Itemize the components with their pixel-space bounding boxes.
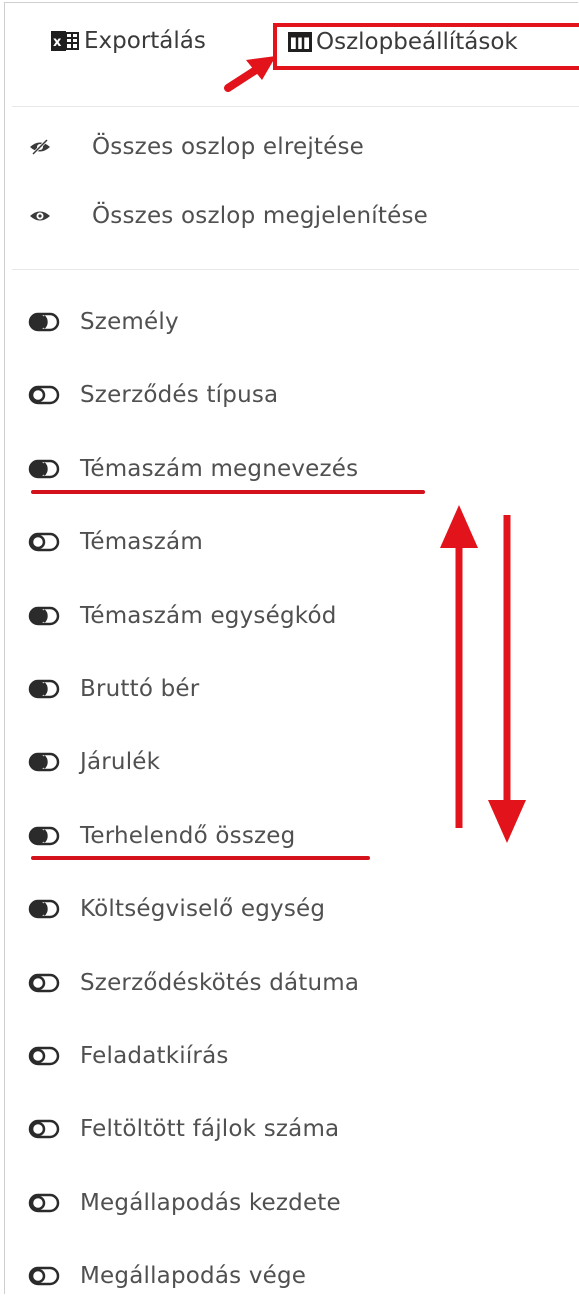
annotation-down-arrow [488, 515, 526, 843]
annotation-arrows [224, 56, 526, 843]
annotation-up-arrow [440, 505, 478, 828]
annotation-pointer-arrow [224, 56, 276, 92]
